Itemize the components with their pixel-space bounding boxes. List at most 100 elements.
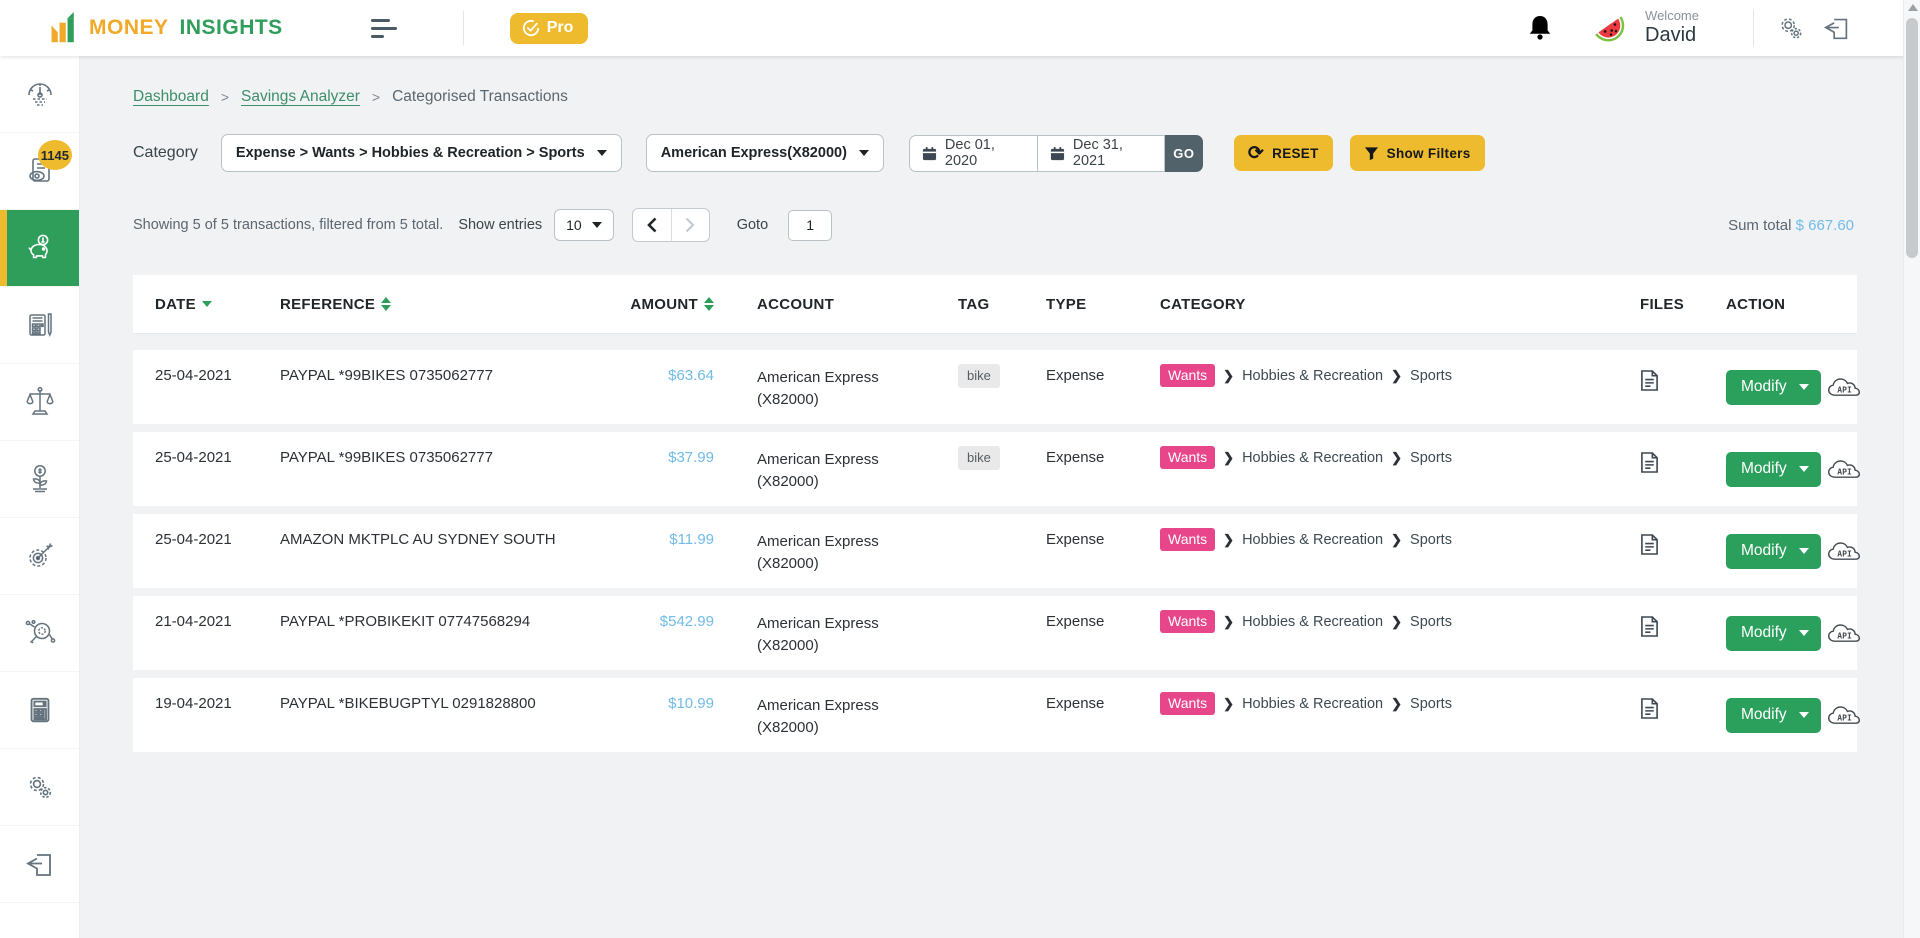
chevron-down-icon — [597, 150, 607, 156]
next-page-button[interactable] — [671, 209, 709, 241]
chevron-down-icon — [1799, 548, 1809, 554]
cell-account: American Express (X82000) — [714, 613, 958, 657]
file-document-icon[interactable] — [1640, 697, 1726, 720]
sum-total-value: $ 667.60 — [1796, 217, 1854, 234]
watermelon-avatar-icon[interactable] — [1589, 7, 1631, 49]
bar-chart-logo-icon — [48, 11, 80, 45]
hamburger-menu-icon[interactable] — [371, 19, 397, 38]
account-select[interactable]: American Express(X82000) — [646, 134, 884, 172]
sidebar-item-wealth-growth[interactable] — [0, 441, 79, 518]
category-mid: Hobbies & Recreation — [1242, 368, 1383, 384]
welcome-label: Welcome — [1645, 9, 1699, 24]
reset-button[interactable]: ⟳ RESET — [1234, 135, 1333, 171]
tag-pill: bike — [958, 364, 1000, 388]
breadcrumb-separator: > — [221, 89, 229, 105]
sidebar-item-balance[interactable] — [0, 364, 79, 441]
modify-button[interactable]: Modify — [1726, 452, 1821, 487]
chevron-separator: ❯ — [1223, 450, 1234, 466]
cell-amount: $11.99 — [612, 531, 714, 548]
filter-row: Category Expense > Wants > Hobbies & Rec… — [133, 134, 1485, 172]
chevron-separator: ❯ — [1391, 696, 1402, 712]
account-select-value: American Express(X82000) — [661, 145, 847, 161]
category-mid: Hobbies & Recreation — [1242, 450, 1383, 466]
entries-per-page-select[interactable]: 10 — [554, 209, 614, 241]
modify-button[interactable]: Modify — [1726, 534, 1821, 569]
sidebar-item-settings[interactable] — [0, 749, 79, 826]
breadcrumb-savings-analyzer[interactable]: Savings Analyzer — [241, 88, 360, 106]
notification-bell-icon[interactable] — [1527, 14, 1553, 42]
api-cloud-icon[interactable]: API — [1826, 703, 1862, 729]
calculator-pen-icon — [24, 309, 56, 341]
goto-label: Goto — [737, 217, 768, 233]
scrollbar-up-arrow[interactable] — [1908, 4, 1918, 11]
breadcrumb-separator: > — [372, 89, 380, 105]
file-document-icon[interactable] — [1640, 451, 1726, 474]
vertical-scrollbar[interactable] — [1903, 0, 1920, 938]
sort-both-icon — [381, 297, 391, 311]
sidebar-item-budget-calculator[interactable] — [0, 287, 79, 364]
api-cloud-icon[interactable]: API — [1826, 375, 1862, 401]
show-filters-button[interactable]: Show Filters — [1350, 135, 1485, 171]
table-controls-row: Showing 5 of 5 transactions, filtered fr… — [133, 208, 1854, 242]
cell-type: Expense — [1046, 695, 1160, 712]
modify-button[interactable]: Modify — [1726, 616, 1821, 651]
file-document-icon[interactable] — [1640, 615, 1726, 638]
logout-icon[interactable] — [1822, 13, 1852, 43]
sidebar-item-logout[interactable] — [0, 826, 79, 903]
cell-category: Wants ❯ Hobbies & Recreation ❯ Sports — [1160, 367, 1640, 387]
header-divider — [463, 11, 464, 45]
column-header-amount[interactable]: AMOUNT — [612, 296, 714, 313]
go-button[interactable]: GO — [1165, 135, 1203, 172]
sidebar-item-dashboard[interactable] — [0, 56, 79, 133]
api-cloud-icon[interactable]: API — [1826, 539, 1862, 565]
svg-text:API: API — [1837, 466, 1852, 476]
sidebar-item-goals[interactable] — [0, 518, 79, 595]
breadcrumb-dashboard[interactable]: Dashboard — [133, 88, 209, 106]
category-mid: Hobbies & Recreation — [1242, 696, 1383, 712]
modify-button[interactable]: Modify — [1726, 370, 1821, 405]
column-header-date[interactable]: DATE — [155, 296, 280, 313]
file-document-icon[interactable] — [1640, 369, 1726, 392]
cell-reference: PAYPAL *99BIKES 0735062777 — [280, 367, 612, 384]
scrollbar-thumb[interactable] — [1906, 18, 1918, 258]
column-header-account: ACCOUNT — [714, 296, 958, 313]
chevron-down-icon — [1799, 466, 1809, 472]
chevron-separator: ❯ — [1223, 368, 1234, 384]
cell-category: Wants ❯ Hobbies & Recreation ❯ Sports — [1160, 531, 1640, 551]
category-badge: Wants — [1160, 364, 1215, 387]
cell-account: American Express (X82000) — [714, 695, 958, 739]
cell-action: Modify API — [1726, 616, 1862, 651]
column-header-files: FILES — [1640, 296, 1726, 313]
calendar-icon — [922, 146, 937, 161]
sidebar-item-review-transactions[interactable]: 1145 — [0, 133, 79, 210]
sidebar: 1145 — [0, 56, 80, 938]
cell-date: 25-04-2021 — [155, 531, 280, 548]
show-filters-label: Show Filters — [1387, 146, 1471, 161]
column-header-reference[interactable]: REFERENCE — [280, 296, 612, 313]
date-to-input[interactable]: Dec 31, 2021 — [1037, 135, 1165, 172]
sidebar-item-savings-analyzer[interactable] — [0, 210, 79, 287]
date-from-input[interactable]: Dec 01, 2020 — [909, 135, 1037, 172]
cell-amount: $37.99 — [612, 449, 714, 466]
calculator-icon — [25, 695, 55, 725]
api-cloud-icon[interactable]: API — [1826, 457, 1862, 483]
sidebar-item-analysis[interactable] — [0, 595, 79, 672]
balance-scale-icon — [23, 385, 57, 419]
brand-logo[interactable]: MONEY INSIGHTS — [48, 11, 283, 45]
goto-page-input[interactable] — [788, 210, 832, 241]
table-row: 19-04-2021 PAYPAL *BIKEBUGPTYL 029182880… — [133, 678, 1857, 752]
chevron-down-icon — [1799, 384, 1809, 390]
api-cloud-icon[interactable]: API — [1826, 621, 1862, 647]
pro-badge[interactable]: Pro — [510, 13, 589, 44]
sort-desc-icon — [202, 301, 212, 307]
settings-gears-icon[interactable] — [1776, 13, 1806, 43]
file-document-icon[interactable] — [1640, 533, 1726, 556]
modify-button[interactable]: Modify — [1726, 698, 1821, 733]
date-from-value: Dec 01, 2020 — [945, 137, 1025, 169]
sidebar-item-calculator[interactable] — [0, 672, 79, 749]
prev-page-button[interactable] — [633, 209, 671, 241]
category-select[interactable]: Expense > Wants > Hobbies & Recreation >… — [221, 134, 622, 172]
pagination — [632, 208, 710, 242]
cell-date: 25-04-2021 — [155, 367, 280, 384]
cell-date: 21-04-2021 — [155, 613, 280, 630]
